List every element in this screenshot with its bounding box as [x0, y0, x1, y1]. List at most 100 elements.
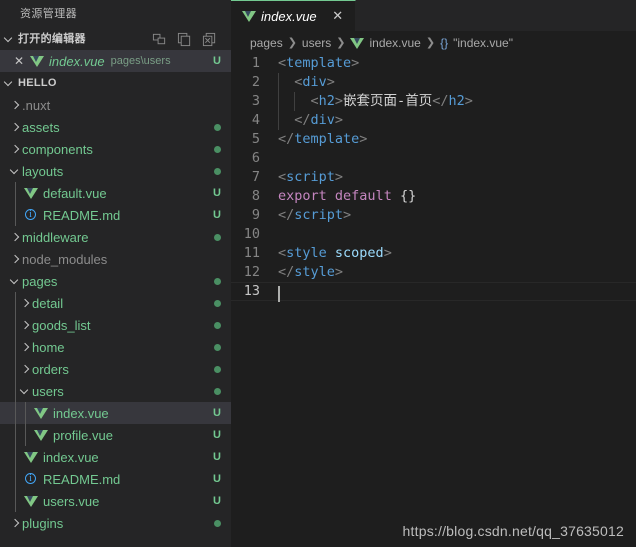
chevron-right-icon[interactable]	[8, 123, 22, 132]
tree-folder-row[interactable]: goods_list	[0, 314, 231, 336]
line-number: 6	[251, 150, 260, 166]
indent-guide	[15, 204, 16, 226]
code-token: h2	[318, 93, 335, 109]
chevron-down-icon[interactable]	[18, 387, 32, 396]
code-line[interactable]: 4 </div>	[231, 111, 636, 130]
code-token: div	[302, 74, 327, 90]
breadcrumb-item[interactable]: users	[302, 36, 331, 50]
code-line[interactable]: 12 </style>	[231, 263, 636, 282]
chevron-right-icon[interactable]	[8, 519, 22, 528]
code-line[interactable]: 10	[231, 225, 636, 244]
open-editors-section-header[interactable]: 打开的编辑器	[0, 28, 231, 50]
chevron-right-icon[interactable]	[8, 145, 22, 154]
breadcrumb-item[interactable]: index.vue	[350, 36, 421, 50]
markdown-info-icon	[24, 472, 38, 486]
chevron-right-icon[interactable]	[18, 365, 32, 374]
tree-folder-row[interactable]: components	[0, 138, 231, 160]
code-line[interactable]: 13	[231, 282, 636, 302]
git-status-badge: U	[213, 429, 221, 441]
line-number: 10	[243, 226, 260, 242]
chevron-right-icon[interactable]	[18, 321, 32, 330]
chevron-down-icon[interactable]	[0, 79, 18, 88]
breadcrumb-item[interactable]: pages	[250, 36, 283, 50]
tree-folder-row[interactable]: .nuxt	[0, 94, 231, 116]
tree-file-row[interactable]: index.vue U	[0, 402, 231, 424]
code-token: default	[334, 188, 392, 204]
code-line-content: </script>	[277, 206, 636, 225]
code-token: <	[310, 93, 319, 109]
code-token: div	[310, 112, 335, 128]
tree-folder-row[interactable]: assets	[0, 116, 231, 138]
open-editor-row[interactable]: ✕ index.vue pages\users U	[0, 50, 231, 72]
save-all-icon[interactable]	[176, 31, 192, 47]
code-line[interactable]: 6	[231, 149, 636, 168]
code-line-content: </style>	[277, 263, 636, 282]
tree-folder-row[interactable]: detail	[0, 292, 231, 314]
indent-guide	[15, 402, 16, 424]
workspace-folder-header[interactable]: HELLO	[0, 72, 231, 94]
code-line-content	[277, 282, 636, 302]
code-line[interactable]: 11 <style scoped>	[231, 244, 636, 263]
tree-folder-row[interactable]: pages	[0, 270, 231, 292]
code-line[interactable]: 9 </script>	[231, 206, 636, 225]
code-line[interactable]: 3 <h2>嵌套页面-首页</h2>	[231, 92, 636, 111]
tree-folder-row[interactable]: orders	[0, 358, 231, 380]
split-editor-icon[interactable]	[151, 31, 167, 47]
tree-file-row[interactable]: default.vue U	[0, 182, 231, 204]
chevron-right-icon[interactable]	[8, 255, 22, 264]
chevron-right-icon[interactable]	[18, 299, 32, 308]
code-token: style	[294, 264, 335, 280]
tree-folder-row[interactable]: users	[0, 380, 231, 402]
close-icon[interactable]: ✕	[8, 54, 30, 68]
tree-folder-row[interactable]: layouts	[0, 160, 231, 182]
git-status-badge: U	[213, 407, 221, 419]
chevron-right-icon[interactable]	[8, 101, 22, 110]
tree-file-row[interactable]: users.vue U	[0, 490, 231, 512]
indent-guide	[15, 182, 16, 204]
chevron-right-icon[interactable]	[18, 343, 32, 352]
explorer-sidebar: 资源管理器 打开的编辑器 ✕ index.vue pages\users U H…	[0, 0, 231, 547]
git-status-badge: U	[213, 473, 221, 485]
git-change-dot-icon	[209, 233, 225, 241]
code-line[interactable]: 5 </template>	[231, 130, 636, 149]
chevron-right-icon[interactable]	[8, 233, 22, 242]
vue-file-icon	[34, 406, 48, 420]
breadcrumb-separator-icon: ❯	[425, 37, 436, 49]
tab-index-vue[interactable]: index.vue ✕	[231, 0, 356, 31]
chevron-down-icon[interactable]	[8, 277, 22, 286]
tree-item-label: middleware	[22, 229, 89, 245]
breadcrumb-item[interactable]: {} "index.vue"	[440, 36, 513, 50]
close-all-icon[interactable]	[201, 31, 217, 47]
vue-file-icon	[34, 428, 48, 442]
tree-file-row[interactable]: index.vue U	[0, 446, 231, 468]
tree-folder-row[interactable]: node_modules	[0, 248, 231, 270]
tree-folder-row[interactable]: home	[0, 336, 231, 358]
tree-file-row[interactable]: README.md U	[0, 468, 231, 490]
indent-guide	[278, 111, 279, 130]
code-line[interactable]: 8 export default {}	[231, 187, 636, 206]
tree-folder-row[interactable]: middleware	[0, 226, 231, 248]
git-change-dot-icon	[209, 277, 225, 285]
chevron-down-icon[interactable]	[8, 167, 22, 176]
vue-file-icon	[24, 450, 38, 464]
line-number: 1	[251, 55, 260, 71]
code-line[interactable]: 7 <script>	[231, 168, 636, 187]
tree-file-row[interactable]: README.md U	[0, 204, 231, 226]
chevron-down-icon[interactable]	[0, 35, 18, 44]
tree-item-label: .nuxt	[22, 97, 51, 113]
tree-folder-row[interactable]: plugins	[0, 512, 231, 534]
open-editor-path: pages\users	[110, 55, 171, 67]
markdown-info-icon	[24, 208, 38, 222]
tree-item-label: layouts	[22, 163, 64, 179]
close-icon[interactable]: ✕	[329, 8, 347, 24]
line-number: 9	[251, 207, 260, 223]
code-line[interactable]: 1 <template>	[231, 54, 636, 73]
open-editors-label: 打开的编辑器	[18, 33, 86, 45]
code-token: </	[278, 207, 295, 223]
tree-file-row[interactable]: profile.vue U	[0, 424, 231, 446]
tree-item-label: detail	[32, 295, 64, 311]
code-editor[interactable]: 1 <template> 2 <div> 3 <h2>嵌套页面-首页</h2> 4 </…	[231, 54, 636, 547]
code-line[interactable]: 2 <div>	[231, 73, 636, 92]
vue-file-icon	[24, 494, 38, 508]
